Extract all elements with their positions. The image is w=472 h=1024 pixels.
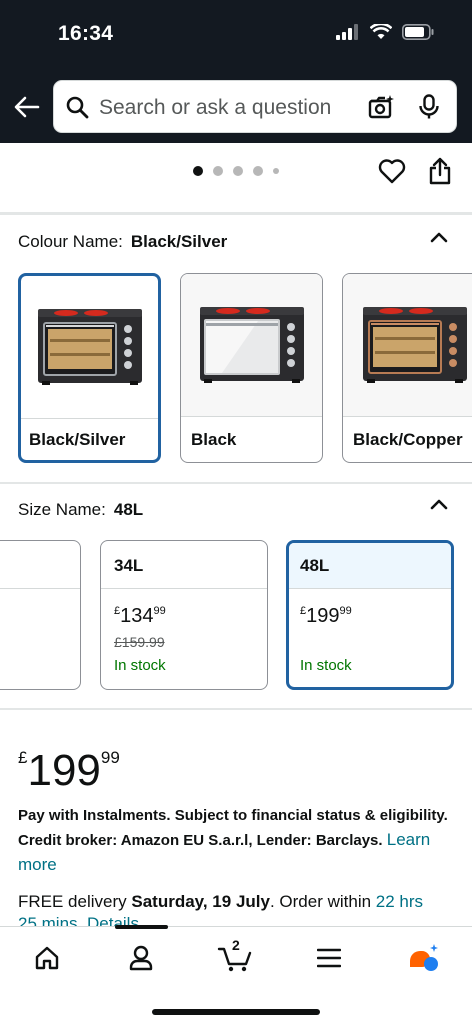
price-fraction: 99 xyxy=(153,605,166,617)
share-icon[interactable] xyxy=(428,157,452,185)
colour-option-black-copper[interactable]: Black/Copper xyxy=(342,273,472,463)
image-carousel-controls xyxy=(0,143,472,215)
colour-name-value: Black/Silver xyxy=(130,232,228,251)
size-name-heading: Size Name: 48L xyxy=(18,500,143,520)
delivery-info: FREE delivery Saturday, 19 July. Order w… xyxy=(18,889,463,915)
colour-option-black[interactable]: Black xyxy=(180,273,323,463)
size-option-34l[interactable]: 34L £13499 £159.99 In stock xyxy=(100,540,268,690)
price-fraction: 99 xyxy=(339,605,352,617)
colour-name-heading: Colour Name: Black/Silver xyxy=(18,232,227,252)
size-option-partial[interactable] xyxy=(0,540,81,690)
product-image xyxy=(343,274,472,416)
size-name-value: 48L xyxy=(113,500,144,519)
rufus-assistant-icon xyxy=(410,944,438,971)
search-bar[interactable]: Search or ask a question xyxy=(53,80,457,133)
chevron-up-icon[interactable] xyxy=(430,231,448,243)
product-image xyxy=(21,276,158,418)
nav-home[interactable] xyxy=(27,941,67,975)
price-whole: 199 xyxy=(306,605,340,627)
search-input[interactable]: Search or ask a question xyxy=(99,96,331,120)
camera-lens-icon[interactable] xyxy=(368,94,394,120)
swatch-label: Black xyxy=(191,430,237,449)
instalments-info: Pay with Instalments. Subject to financi… xyxy=(18,804,458,878)
swatch-divider xyxy=(21,418,158,419)
bottom-navigation: 2 xyxy=(0,925,472,1024)
carousel-dot[interactable] xyxy=(253,166,263,176)
size-option-price: £13499 xyxy=(114,605,166,628)
oven-black-image xyxy=(199,307,304,383)
wifi-icon xyxy=(370,24,392,39)
active-tab-indicator xyxy=(115,925,168,929)
was-price: £159.99 xyxy=(114,634,165,650)
carousel-dot[interactable] xyxy=(233,166,243,176)
microphone-icon[interactable] xyxy=(418,94,440,120)
top-header: 16:34 Search or ask a question xyxy=(0,0,472,143)
home-indicator xyxy=(152,1009,320,1015)
order-within: . Order within xyxy=(269,892,372,911)
cart-count-badge: 2 xyxy=(232,937,240,953)
colour-option-black-silver[interactable]: Black/Silver xyxy=(18,273,161,463)
product-image xyxy=(181,274,322,416)
cellular-signal-icon xyxy=(336,24,358,40)
size-option-label: 48L xyxy=(289,543,451,589)
carousel-dot[interactable] xyxy=(213,166,223,176)
delivery-prefix: FREE delivery xyxy=(18,892,127,911)
heart-icon[interactable] xyxy=(378,158,406,184)
oven-black-copper-image xyxy=(363,307,467,383)
price-fraction: 99 xyxy=(100,748,120,767)
swatch-divider xyxy=(181,416,322,417)
menu-icon xyxy=(317,948,341,968)
status-time: 16:34 xyxy=(58,22,114,45)
home-icon xyxy=(35,946,59,970)
size-option-label: 34L xyxy=(101,541,267,589)
size-option-price: £19999 xyxy=(300,605,352,628)
countdown: 22 hrs xyxy=(375,892,424,911)
size-name-label: Size Name: xyxy=(18,500,106,519)
swatch-divider xyxy=(343,416,472,417)
delivery-date: Saturday, 19 July xyxy=(131,892,270,911)
swatch-label: Black/Silver xyxy=(29,430,126,449)
section-divider xyxy=(0,708,472,710)
availability: In stock xyxy=(300,657,352,674)
instalments-text: Pay with Instalments. Subject to financi… xyxy=(18,807,448,849)
status-icons xyxy=(336,24,434,40)
person-icon xyxy=(129,945,153,971)
nav-menu[interactable] xyxy=(309,941,349,975)
price-whole: 199 xyxy=(27,746,101,795)
search-icon xyxy=(66,96,89,119)
back-button[interactable] xyxy=(12,92,42,122)
size-option-header xyxy=(0,541,80,589)
colour-name-label: Colour Name: xyxy=(18,232,123,251)
swatch-label: Black/Copper xyxy=(353,430,463,449)
carousel-dot[interactable] xyxy=(193,166,203,176)
oven-black-silver-image xyxy=(37,309,142,385)
carousel-dot[interactable] xyxy=(273,168,279,174)
product-price: £19999 xyxy=(18,736,120,793)
price-whole: 134 xyxy=(120,605,154,627)
product-screen: 16:34 Search or ask a question Colour Na… xyxy=(0,0,472,1024)
chevron-up-icon[interactable] xyxy=(430,498,448,510)
nav-account[interactable] xyxy=(121,941,161,975)
nav-rufus[interactable] xyxy=(403,941,443,975)
section-divider xyxy=(0,482,472,484)
carousel-dots[interactable] xyxy=(193,166,279,176)
battery-icon xyxy=(402,24,434,40)
availability: In stock xyxy=(114,657,166,674)
arrow-left-icon xyxy=(14,96,40,118)
size-option-48l[interactable]: 48L £19999 In stock xyxy=(286,540,454,690)
